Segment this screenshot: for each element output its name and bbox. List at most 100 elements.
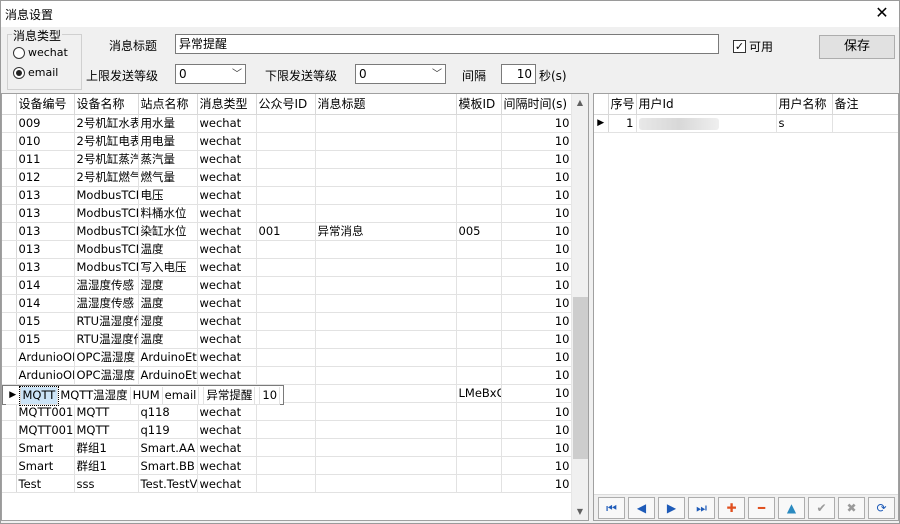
table-cell[interactable]: 014 bbox=[16, 294, 75, 313]
table-cell[interactable]: ModbusTCP测 bbox=[74, 240, 139, 259]
table-cell[interactable] bbox=[456, 420, 502, 439]
table-cell[interactable]: 10 bbox=[501, 186, 573, 205]
table-cell[interactable] bbox=[315, 384, 457, 403]
table-cell[interactable] bbox=[256, 456, 316, 475]
table-cell[interactable] bbox=[315, 150, 457, 169]
table-cell[interactable] bbox=[456, 258, 502, 277]
table-cell[interactable]: 10 bbox=[501, 456, 573, 475]
table-cell[interactable] bbox=[832, 114, 898, 133]
table-cell[interactable]: 燃气量 bbox=[138, 168, 198, 187]
table-cell[interactable] bbox=[256, 348, 316, 367]
column-header[interactable]: 站点名称 bbox=[138, 94, 198, 115]
table-cell[interactable]: 013 bbox=[16, 222, 75, 241]
table-row[interactable]: 013ModbusTCP测温度wechat 10 bbox=[2, 240, 573, 259]
table-cell[interactable]: 用水量 bbox=[138, 114, 198, 133]
table-cell[interactable]: Smart bbox=[16, 438, 75, 457]
table-cell[interactable] bbox=[456, 438, 502, 457]
table-cell[interactable]: 用电量 bbox=[138, 132, 198, 151]
table-cell[interactable]: 异常提醒 bbox=[203, 386, 256, 405]
table-cell[interactable]: 10 bbox=[501, 240, 573, 259]
radio-wechat[interactable]: wechat bbox=[13, 46, 68, 59]
table-cell[interactable] bbox=[636, 114, 777, 133]
scroll-up-icon[interactable]: ▲ bbox=[572, 94, 588, 111]
table-cell[interactable] bbox=[456, 312, 502, 331]
table-cell[interactable] bbox=[315, 402, 457, 421]
enabled-checkbox[interactable]: ✓ 可用 bbox=[733, 38, 773, 55]
enabled-check-box[interactable]: ✓ bbox=[733, 40, 746, 53]
column-header[interactable]: 设备编号 bbox=[16, 94, 75, 115]
table-cell[interactable]: q118 bbox=[138, 402, 198, 421]
table-cell[interactable]: wechat bbox=[197, 132, 257, 151]
table-cell[interactable]: 湿度 bbox=[138, 276, 198, 295]
table-cell[interactable]: HUM bbox=[130, 386, 163, 405]
edit-record-icon[interactable]: ▲ bbox=[778, 496, 805, 519]
table-cell[interactable]: 群组1 bbox=[74, 438, 139, 457]
table-cell[interactable] bbox=[256, 186, 316, 205]
table-cell[interactable] bbox=[315, 438, 457, 457]
table-cell[interactable]: ArduinoEthe bbox=[138, 366, 198, 385]
table-cell[interactable] bbox=[315, 186, 457, 205]
table-cell[interactable]: s bbox=[776, 114, 833, 133]
table-cell[interactable]: email bbox=[162, 386, 200, 405]
table-cell[interactable]: 染缸水位 bbox=[138, 222, 198, 241]
table-cell[interactable] bbox=[256, 132, 316, 151]
table-cell[interactable]: RTU温湿度传 bbox=[74, 330, 139, 349]
table-cell[interactable]: q119 bbox=[138, 420, 198, 439]
table-cell[interactable]: 001 bbox=[256, 222, 316, 241]
table-cell[interactable] bbox=[256, 420, 316, 439]
table-cell[interactable]: OPC温湿度 bbox=[74, 366, 139, 385]
table-cell[interactable] bbox=[256, 114, 316, 133]
table-cell[interactable]: wechat bbox=[197, 420, 257, 439]
table-cell[interactable] bbox=[456, 132, 502, 151]
column-header[interactable]: 模板ID bbox=[456, 94, 502, 115]
table-cell[interactable]: MQTT bbox=[74, 420, 139, 439]
table-row[interactable]: 011 2号机缸蒸汽 蒸汽量 wechat 10 bbox=[2, 150, 573, 169]
table-cell[interactable] bbox=[315, 132, 457, 151]
table-cell[interactable]: 015 bbox=[16, 312, 75, 331]
table-cell[interactable] bbox=[315, 276, 457, 295]
table-cell[interactable] bbox=[315, 294, 457, 313]
table-cell[interactable]: 10 bbox=[501, 438, 573, 457]
table-cell[interactable]: 10 bbox=[501, 204, 573, 223]
column-header[interactable]: 用户Id bbox=[636, 94, 777, 115]
table-cell[interactable]: 温湿度传感 bbox=[74, 276, 139, 295]
table-cell[interactable]: RTU温湿度传 bbox=[74, 312, 139, 331]
table-cell[interactable] bbox=[315, 312, 457, 331]
table-cell[interactable]: OPC温湿度 bbox=[74, 348, 139, 367]
table-cell[interactable] bbox=[456, 294, 502, 313]
table-cell[interactable]: 异常消息 bbox=[315, 222, 457, 241]
table-cell[interactable]: 10 bbox=[501, 150, 573, 169]
table-cell[interactable] bbox=[256, 366, 316, 385]
refresh-icon[interactable]: ⟳ bbox=[868, 496, 895, 519]
table-cell[interactable] bbox=[456, 186, 502, 205]
title-input[interactable]: 异常提醒 bbox=[175, 34, 719, 54]
table-cell[interactable]: 群组1 bbox=[74, 456, 139, 475]
post-record-icon[interactable]: ✔ bbox=[808, 496, 835, 519]
table-cell[interactable] bbox=[456, 402, 502, 421]
column-header[interactable]: 消息类型 bbox=[197, 94, 257, 115]
column-header[interactable]: 间隔时间(s) bbox=[501, 94, 573, 115]
column-header[interactable]: 设备名称 bbox=[74, 94, 139, 115]
table-cell[interactable]: ModbusTCP测 bbox=[74, 258, 139, 277]
table-cell[interactable] bbox=[315, 258, 457, 277]
table-cell[interactable] bbox=[315, 114, 457, 133]
table-cell[interactable]: MQTT bbox=[19, 385, 59, 406]
table-row[interactable]: ▶ 1 s bbox=[594, 114, 898, 133]
column-header[interactable]: 备注 bbox=[832, 94, 898, 115]
table-cell[interactable] bbox=[456, 330, 502, 349]
device-grid[interactable]: 设备编号 设备名称 站点名称 消息类型 公众号ID 消息标题 模板ID 间隔时间(s) 009… bbox=[1, 93, 589, 521]
table-row[interactable]: Smart 群组1 Smart.BB wechat 10 bbox=[2, 456, 573, 475]
table-cell[interactable]: wechat bbox=[197, 186, 257, 205]
table-cell[interactable]: 10 bbox=[501, 366, 573, 385]
table-cell[interactable]: 10 bbox=[501, 222, 573, 241]
table-cell[interactable] bbox=[256, 150, 316, 169]
table-cell[interactable]: 10 bbox=[501, 312, 573, 331]
table-cell[interactable] bbox=[256, 168, 316, 187]
table-row[interactable]: ▶ MQTT MQTT温湿度 HUM email 异常提醒 10 bbox=[2, 384, 285, 406]
scroll-down-icon[interactable]: ▼ bbox=[572, 503, 588, 520]
table-row[interactable]: 009 2号机缸水表 用水量 wechat 10 bbox=[2, 114, 573, 133]
table-cell[interactable]: 10 bbox=[501, 330, 573, 349]
table-row[interactable]: 012 2号机缸燃气 燃气量 wechat 10 bbox=[2, 168, 573, 187]
table-row[interactable]: 015RTU温湿度传温度wechat 10 bbox=[2, 330, 573, 349]
table-cell[interactable] bbox=[456, 276, 502, 295]
